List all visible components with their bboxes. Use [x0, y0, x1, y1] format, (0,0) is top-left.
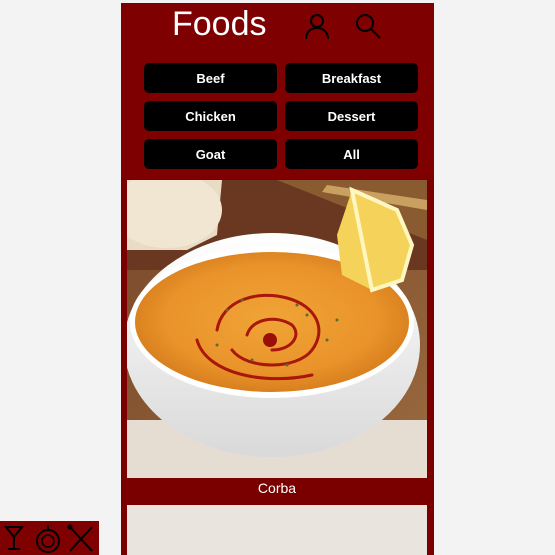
- meal-image[interactable]: [127, 180, 427, 478]
- category-button-all[interactable]: All: [285, 139, 418, 169]
- user-icon[interactable]: [303, 12, 331, 40]
- category-button-beef[interactable]: Beef: [144, 63, 277, 93]
- restaurant-logo-icon[interactable]: [0, 521, 99, 555]
- page-title: Foods: [172, 5, 267, 43]
- category-button-breakfast[interactable]: Breakfast: [285, 63, 418, 93]
- meal-card[interactable]: Corba: [127, 180, 427, 499]
- category-grid: Beef Breakfast Chicken Dessert Goat All: [144, 63, 418, 169]
- search-icon[interactable]: [354, 12, 382, 40]
- meal-card-next[interactable]: [127, 505, 427, 555]
- header: Foods Beef Breakfast Chicken Dessert Goa…: [121, 3, 434, 179]
- category-button-chicken[interactable]: Chicken: [144, 101, 277, 131]
- app-screen: Foods Beef Breakfast Chicken Dessert Goa…: [121, 3, 434, 555]
- category-button-goat[interactable]: Goat: [144, 139, 277, 169]
- category-button-dessert[interactable]: Dessert: [285, 101, 418, 131]
- meal-name[interactable]: Corba: [127, 478, 427, 499]
